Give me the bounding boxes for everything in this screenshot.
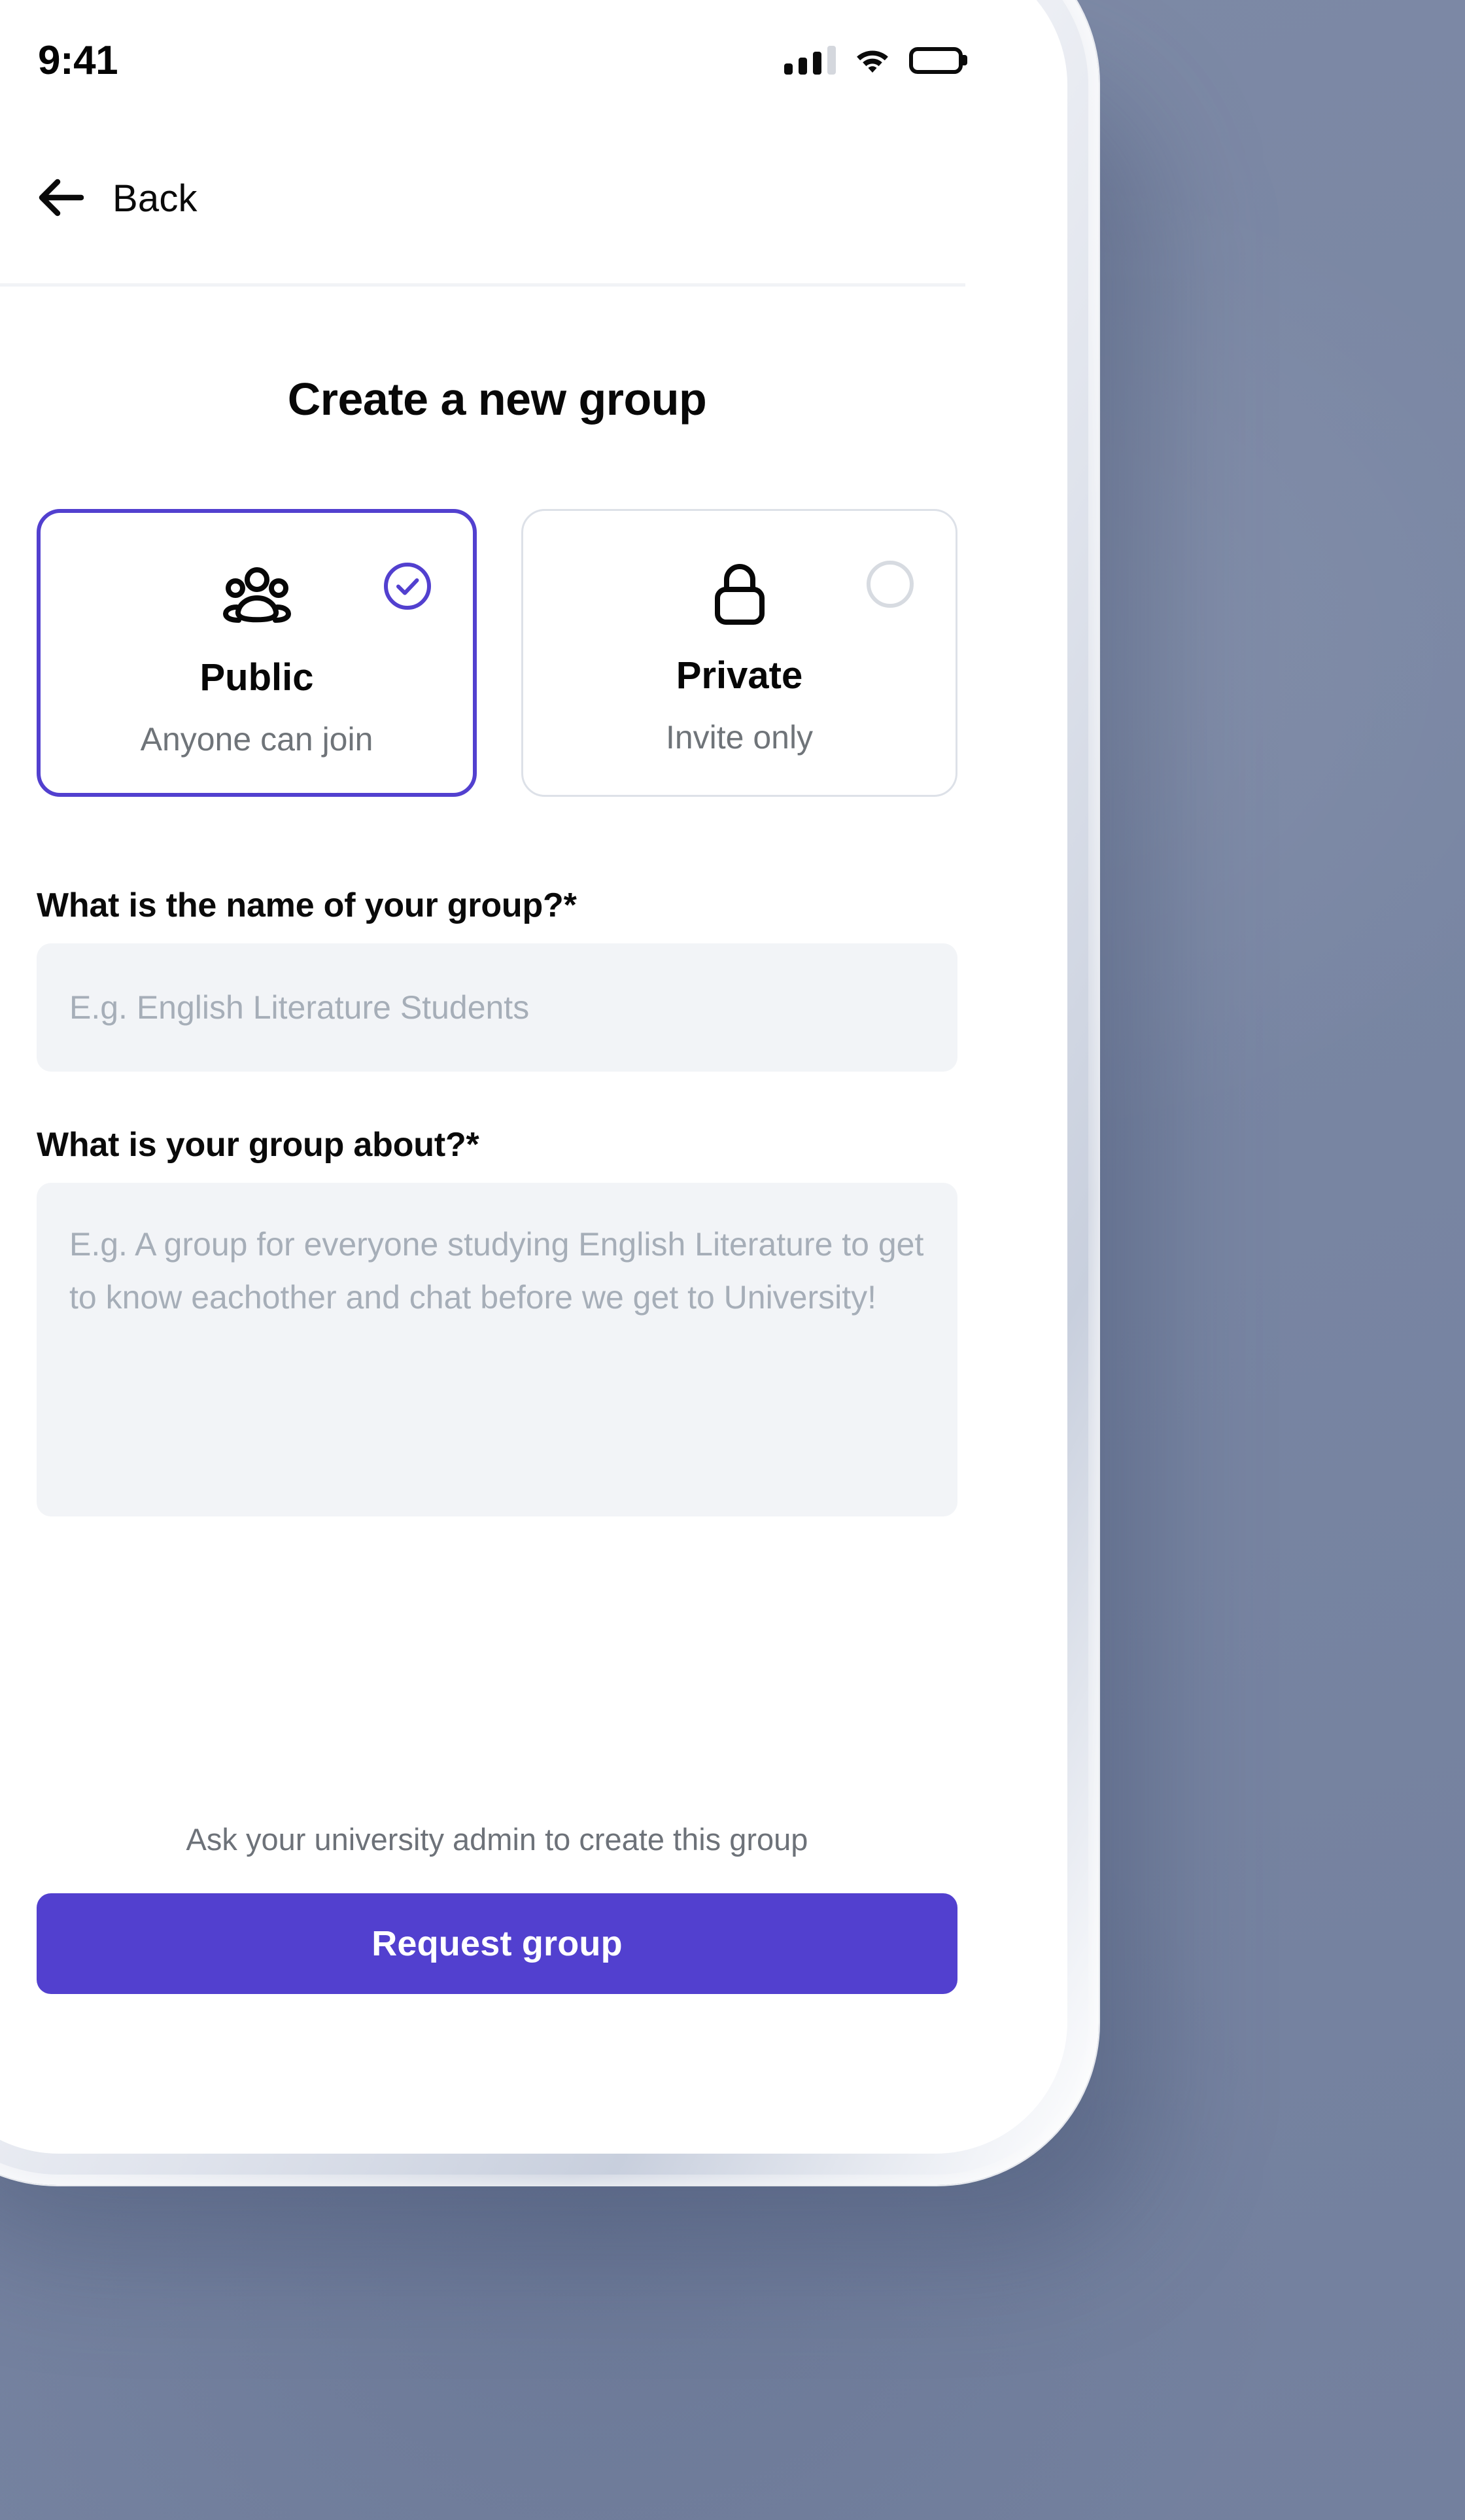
- nav-divider: [0, 283, 965, 287]
- wifi-icon: [854, 45, 891, 75]
- check-circle-icon[interactable]: [383, 561, 432, 611]
- privacy-option-public[interactable]: Public Anyone can join: [37, 509, 477, 797]
- back-button[interactable]: Back: [38, 177, 198, 220]
- request-group-button[interactable]: Request group: [37, 1893, 957, 1994]
- lock-icon: [711, 558, 768, 631]
- cellular-signal-icon: [784, 46, 836, 75]
- privacy-option-subtitle: Invite only: [665, 719, 814, 756]
- phone-screen: 9:41 Back Create a new group Public Anyo…: [0, 0, 1067, 2154]
- main-content: Create a new group Public Anyone can joi…: [0, 293, 1067, 1519]
- privacy-option-title: Public: [199, 656, 314, 699]
- status-bar-time: 9:41: [38, 37, 118, 83]
- footer-help-text: Ask your university admin to create this…: [186, 1822, 808, 1857]
- arrow-left-icon: [38, 177, 84, 220]
- privacy-option-private[interactable]: Private Invite only: [521, 509, 957, 797]
- empty-circle-icon[interactable]: [865, 559, 915, 609]
- group-name-field-block: What is the name of your group?*: [37, 886, 957, 1072]
- status-bar: 9:41: [0, 0, 1067, 116]
- group-about-label: What is your group about?*: [37, 1126, 479, 1164]
- page-title: Create a new group: [287, 374, 707, 425]
- navigation-bar: Back: [0, 116, 1067, 280]
- status-bar-icons: [784, 45, 963, 75]
- privacy-option-title: Private: [676, 654, 803, 697]
- group-about-textarea[interactable]: [37, 1183, 957, 1516]
- footer-section: Ask your university admin to create this…: [37, 1821, 957, 1994]
- group-name-label: What is the name of your group?*: [37, 886, 577, 924]
- privacy-selector: Public Anyone can join Private Invite on…: [37, 509, 957, 797]
- users-group-icon: [222, 560, 291, 633]
- group-name-input[interactable]: [37, 943, 957, 1072]
- battery-full-icon: [909, 46, 963, 74]
- privacy-option-subtitle: Anyone can join: [140, 721, 373, 758]
- back-button-label: Back: [112, 177, 198, 220]
- phone-frame: 9:41 Back Create a new group Public Anyo…: [0, 0, 1099, 2185]
- group-about-field-block: What is your group about?*: [37, 1125, 957, 1519]
